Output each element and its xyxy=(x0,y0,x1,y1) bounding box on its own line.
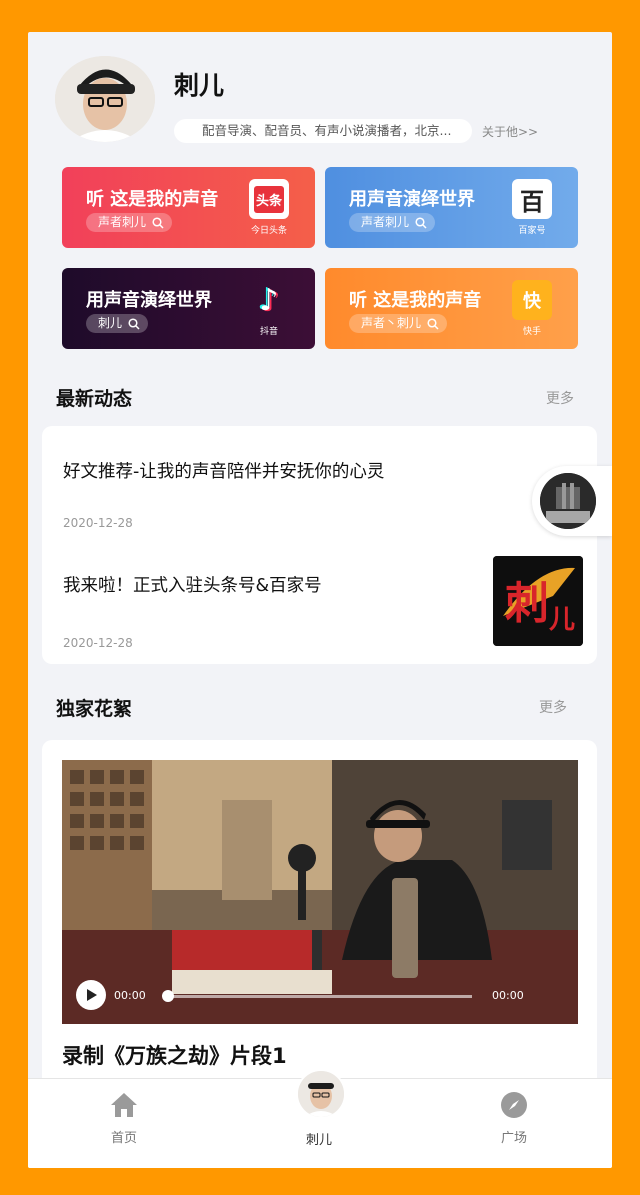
card-baijiahao[interactable]: 用声音演绎世界 声者刺儿 百 百家号 xyxy=(325,167,578,248)
card-search-pill[interactable]: 刺儿 xyxy=(86,314,149,333)
current-time: 00:00 xyxy=(114,989,146,1002)
progress-thumb[interactable] xyxy=(162,990,174,1002)
tab-home[interactable]: 首页 xyxy=(84,1089,164,1146)
brand-caption: 抖音 xyxy=(259,327,278,337)
brand-douyin: ♪ 抖音 xyxy=(245,280,293,338)
card-tag: 声者丶刺儿 xyxy=(361,316,422,330)
news-list: 好文推荐-让我的声音陪伴并安抚你的心灵 2020-12-28 我来啦！正式入驻头… xyxy=(42,426,597,664)
card-search-pill[interactable]: 声者刺儿 xyxy=(349,213,436,232)
video-caption[interactable]: 录制《万族之劫》片段1 xyxy=(62,1040,287,1070)
svg-text:儿: 儿 xyxy=(549,605,575,635)
card-tag: 刺儿 xyxy=(98,316,123,330)
tab-square[interactable]: 广场 xyxy=(474,1089,554,1146)
card-search-pill[interactable]: 声者丶刺儿 xyxy=(349,314,448,333)
news-section-title: 最新动态 xyxy=(56,388,133,410)
card-toutiao[interactable]: 听 这是我的声音 声者刺儿 头条 今日头条 xyxy=(62,167,315,248)
play-icon xyxy=(87,989,97,1001)
card-title: 听 这是我的声音 xyxy=(86,189,219,210)
tab-label: 广场 xyxy=(500,1131,527,1146)
news-more-link[interactable]: 更多 xyxy=(546,388,574,408)
book-cover-icon xyxy=(540,473,596,529)
brand-kuaishou: 快 快手 xyxy=(508,280,556,338)
news-item-date: 2020-12-28 xyxy=(63,516,133,530)
progress-track[interactable] xyxy=(172,995,472,998)
news-item-date: 2020-12-28 xyxy=(63,636,133,650)
douyin-logo-icon: ♪ xyxy=(259,282,279,318)
search-icon xyxy=(152,216,164,229)
tab-avatar[interactable] xyxy=(296,1069,346,1119)
card-title: 用声音演绎世界 xyxy=(86,290,212,311)
svg-text:刺: 刺 xyxy=(505,578,549,629)
card-tag: 声者刺儿 xyxy=(98,215,147,229)
app-screen: 刺儿 配音导演、配音员、有声小说演播者，北京... 关于他>> 听 这是我的声音… xyxy=(28,32,612,1168)
brand-caption: 今日头条 xyxy=(250,226,287,236)
search-icon xyxy=(128,317,140,330)
news-item-title[interactable]: 我来啦！正式入驻头条号&百家号 xyxy=(63,572,322,597)
card-title: 听 这是我的声音 xyxy=(349,290,482,311)
play-button[interactable] xyxy=(76,980,106,1010)
profile-avatar[interactable] xyxy=(55,56,155,142)
compass-icon xyxy=(498,1089,530,1121)
tab-profile[interactable]: 刺儿 xyxy=(279,1129,359,1148)
tab-label: 首页 xyxy=(110,1131,137,1146)
clips-more-link[interactable]: 更多 xyxy=(539,697,567,717)
profile-bio: 配音导演、配音员、有声小说演播者，北京... xyxy=(174,119,472,143)
video-controls: 00:00 00:00 xyxy=(62,968,578,1024)
brand-baijiahao: 百 百家号 xyxy=(508,179,556,237)
search-icon xyxy=(415,216,427,229)
card-tag: 声者刺儿 xyxy=(361,215,410,229)
floating-book-button[interactable] xyxy=(532,466,612,536)
kuaishou-logo-icon: 快 xyxy=(512,280,552,320)
card-kuaishou[interactable]: 听 这是我的声音 声者丶刺儿 快 快手 xyxy=(325,268,578,349)
brand-caption: 百家号 xyxy=(518,226,546,236)
video-player[interactable]: 00:00 00:00 xyxy=(62,760,578,1024)
baijiahao-logo-icon: 百 xyxy=(512,179,552,219)
card-title: 用声音演绎世界 xyxy=(349,189,475,210)
duration: 00:00 xyxy=(492,989,524,1002)
brand-caption: 快手 xyxy=(522,327,541,337)
profile-name: 刺儿 xyxy=(174,71,225,100)
card-douyin[interactable]: 用声音演绎世界 刺儿 ♪ 抖音 xyxy=(62,268,315,349)
home-icon xyxy=(108,1089,140,1121)
news-thumbnail[interactable]: 刺 儿 xyxy=(493,556,583,646)
news-item-title[interactable]: 好文推荐-让我的声音陪伴并安抚你的心灵 xyxy=(63,458,384,483)
brand-toutiao: 头条 今日头条 xyxy=(245,179,293,237)
card-search-pill[interactable]: 声者刺儿 xyxy=(86,213,173,232)
clips-section-title: 独家花絮 xyxy=(56,698,133,720)
bottom-tab-bar: 首页 刺儿 广场 xyxy=(28,1069,612,1168)
search-icon xyxy=(427,317,439,330)
about-link[interactable]: 关于他>> xyxy=(482,123,538,140)
toutiao-logo-icon: 头条 xyxy=(249,179,289,219)
tab-label: 刺儿 xyxy=(305,1133,332,1148)
